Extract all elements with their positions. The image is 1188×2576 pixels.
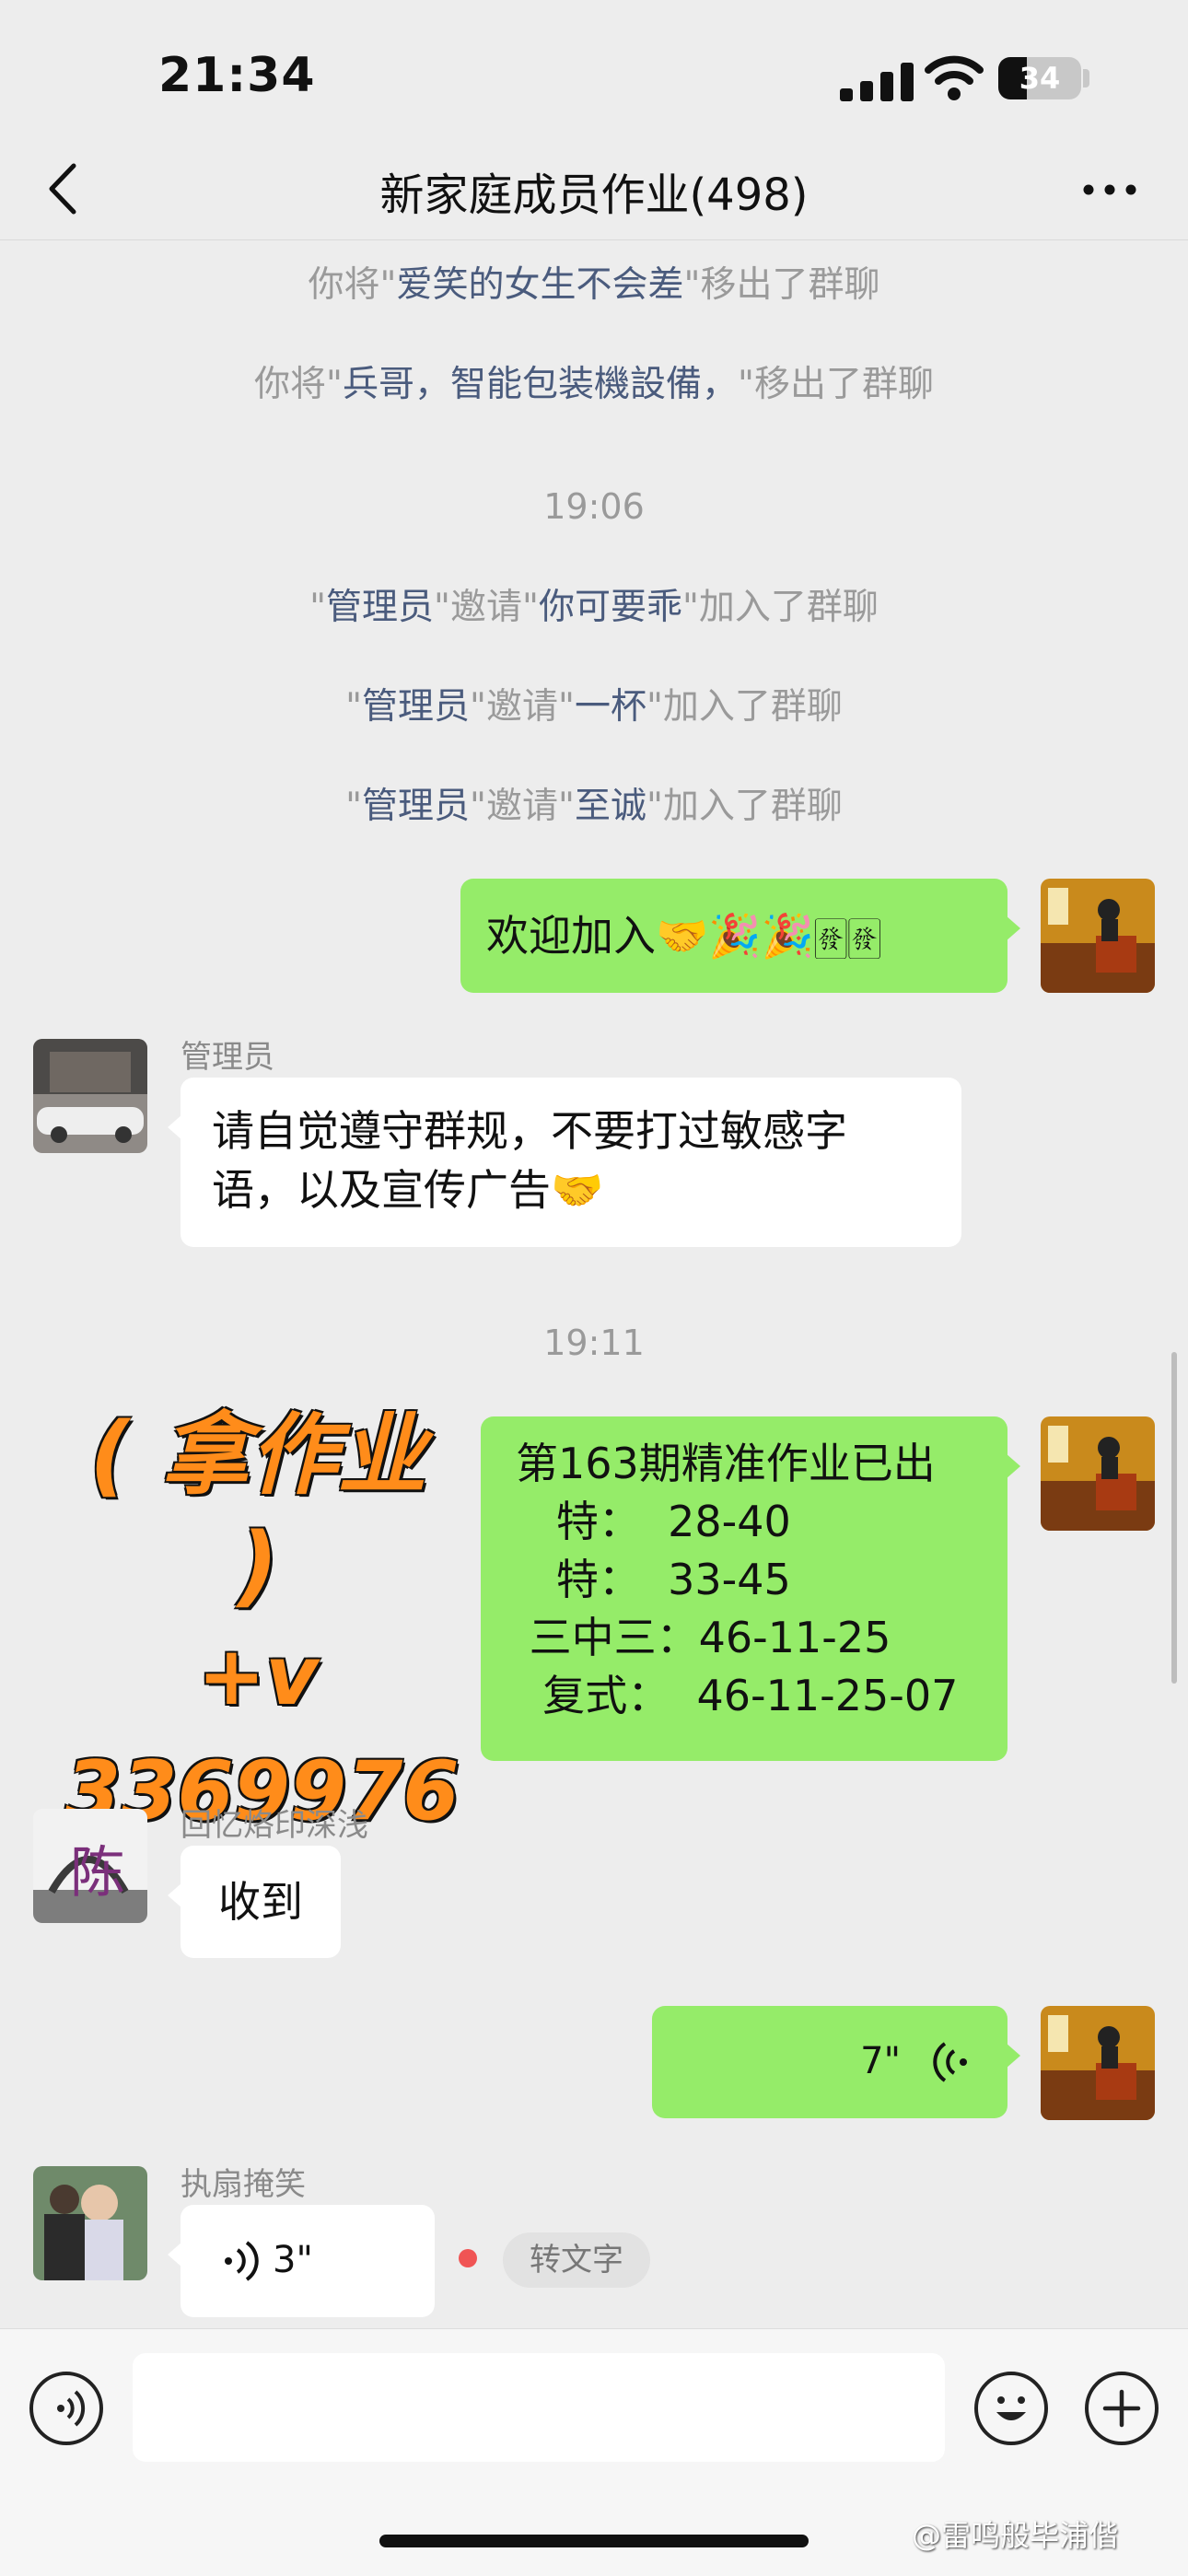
emoji-icon[interactable] [974,2372,1048,2445]
message-text: 请自觉遵守群规，不要打过敏感字 [212,1106,847,1156]
message-input[interactable] [133,2353,945,2462]
avatar-image [33,1039,147,1153]
chat-title: 新家庭成员作业(498) [379,169,809,221]
unread-dot [459,2249,477,2267]
message-bubble-out[interactable]: 欢迎加入🤝🎉🎉🀅🀅 [460,879,1020,993]
battery-icon: 34 [998,57,1081,99]
chat-header: 新家庭成员作业(498) [0,138,1188,240]
system-message: 你将"爱笑的女生不会差"移出了群聊 [308,264,880,306]
voice-wave-icon [225,2241,259,2281]
status-bar: 21:34 34 [0,0,1188,147]
convert-to-text-button[interactable]: 转文字 [503,2232,650,2288]
message-text: 三中三：46-11-25 [516,1613,891,1662]
voice-duration: 7" [860,2040,901,2082]
message-text: 复式： 46-11-25-07 [516,1671,959,1720]
message-bubble-in[interactable]: 请自觉遵守群规，不要打过敏感字 语，以及宣传广告🤝 [168,1078,961,1247]
sender-name: 执扇掩笑 [181,2166,306,2203]
avatar[interactable] [1041,879,1155,993]
avatar[interactable] [1041,1416,1155,1531]
message-bubble-out[interactable]: 第163期精准作业已出 特： 28-40 特： 33-45 三中三：46-11-… [481,1416,1020,1761]
voice-duration: 3" [273,2239,313,2281]
message-text: 第163期精准作业已出 [516,1439,936,1488]
sender-name: 管理员 [181,1039,274,1076]
avatar-image [1041,879,1155,993]
message-bubble-in[interactable]: 收到 [168,1846,341,1958]
message-text: 特： 28-40 [516,1497,791,1546]
voice-message-out[interactable]: 7" [652,2006,1020,2118]
message-text: 欢迎加入🤝🎉🎉🀅🀅 [486,911,881,961]
plus-icon[interactable] [1085,2372,1159,2445]
system-message: "管理员"邀请"至诚"加入了群聊 [345,786,843,827]
more-icon[interactable] [1077,164,1142,216]
voice-icon[interactable] [29,2372,103,2445]
avatar[interactable] [33,1039,147,1153]
voice-message-in[interactable]: 3" [168,2205,435,2317]
home-indicator[interactable] [379,2535,809,2547]
system-message: 你将"兵哥，智能包装機設備，"移出了群聊 [254,364,934,405]
system-message: "管理员"邀请"一杯"加入了群聊 [345,686,843,728]
avatar[interactable] [33,2166,147,2280]
promo-line: ( 拿作业 ) [89,1404,426,1617]
avatar[interactable]: 陈 [33,1809,147,1923]
avatar-image [1041,1416,1155,1531]
message-text: 特： 33-45 [516,1555,791,1604]
avatar-image [1041,2006,1155,2120]
promo-overlay: ( 拿作业 ) +v 3369976 [64,1400,460,1851]
wifi-icon [925,55,984,100]
message-text: 语，以及宣传广告🤝 [212,1165,604,1215]
avatar[interactable] [1041,2006,1155,2120]
svg-text:陈: 陈 [70,1841,125,1906]
sender-name: 回忆烙印深浅 [181,1807,368,1844]
signal-icon [840,61,925,101]
avatar-image [33,2166,147,2280]
voice-wave-icon [933,2042,967,2082]
promo-line: +v [197,1628,319,1723]
status-time: 21:34 [158,48,316,103]
avatar-image: 陈 [33,1809,147,1923]
timestamp: 19:11 [543,1323,645,1363]
timestamp: 19:06 [543,486,645,527]
message-text: 收到 [218,1877,303,1927]
watermark: @雷鸣般毕浦偕 [912,2518,1119,2553]
system-message: "管理员"邀请"你可要乖"加入了群聊 [309,587,879,628]
scrollbar[interactable] [1171,1352,1177,1684]
battery-level: 34 [1019,61,1061,96]
